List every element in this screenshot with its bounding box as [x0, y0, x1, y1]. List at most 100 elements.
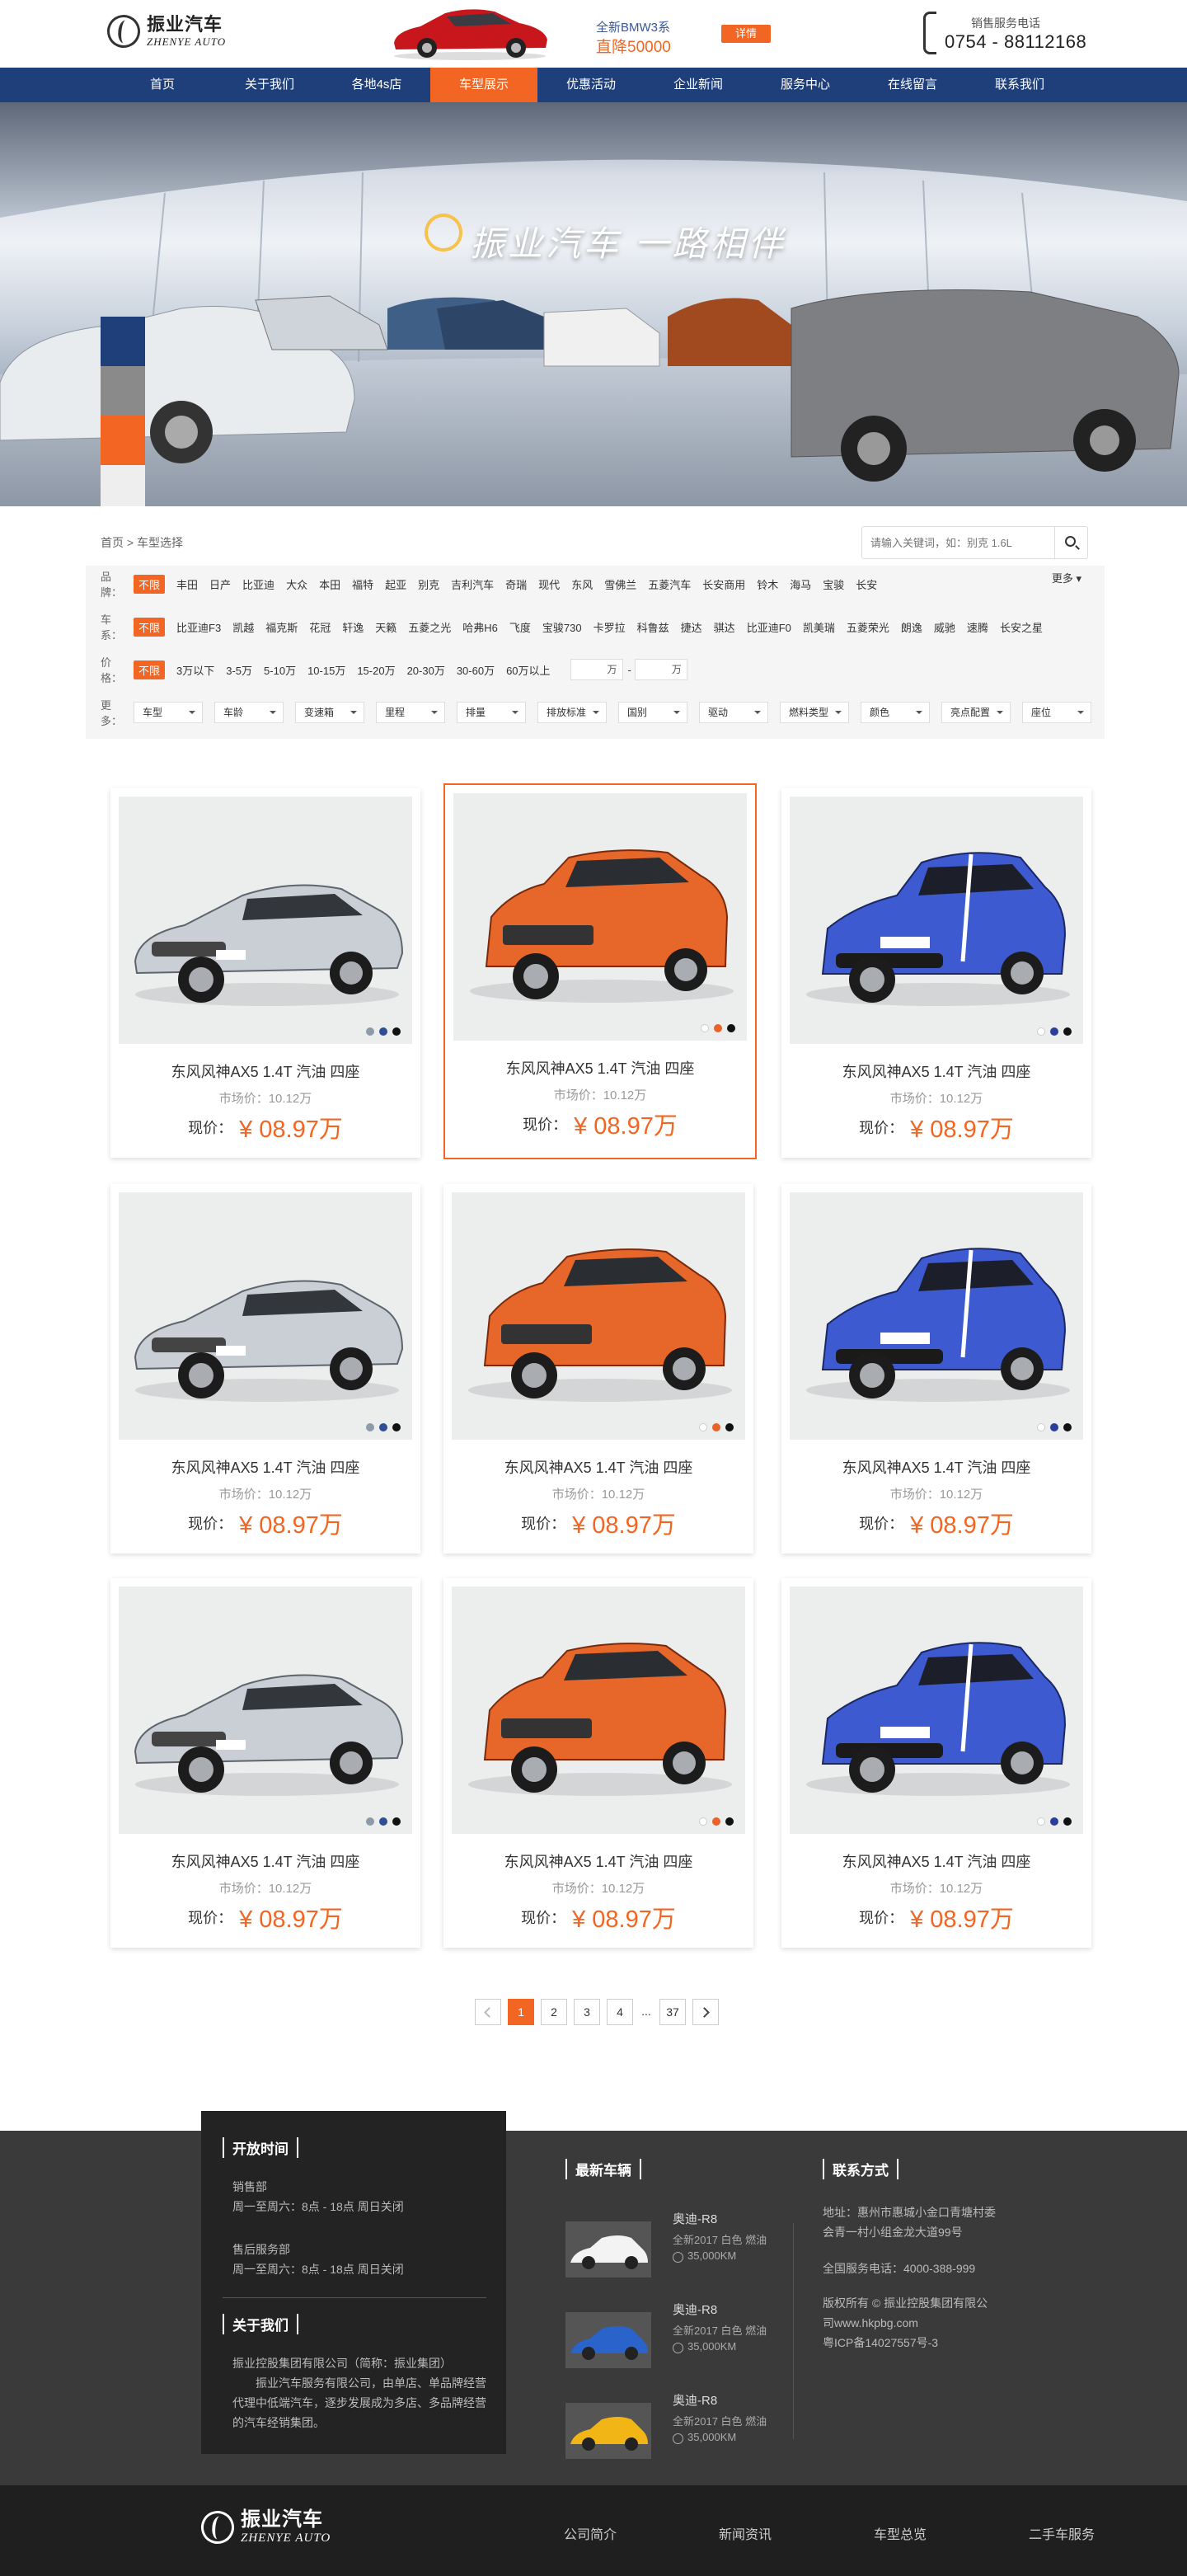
product-name[interactable]: 东风风神AX5 1.4T 汽油 四座 [110, 1850, 420, 1872]
filter-series-option-8[interactable]: 哈弗H6 [462, 619, 498, 635]
product-image[interactable] [790, 797, 1083, 1044]
filter-price-option-3[interactable]: 5-10万 [264, 662, 296, 678]
filter-series-option-4[interactable]: 花冠 [309, 619, 331, 635]
product-card[interactable]: 东风风神AX5 1.4T 汽油 四座 市场价：10.12万 现价： ¥ 08.97万 [110, 1578, 420, 1948]
image-dot-1[interactable] [1050, 1423, 1058, 1431]
nav-item-2[interactable]: 各地4s店 [323, 68, 430, 102]
image-dot-2[interactable] [392, 1423, 401, 1431]
filter-series-option-10[interactable]: 宝骏730 [542, 619, 582, 635]
image-dot-0[interactable] [699, 1817, 707, 1826]
filter-dropdown-10[interactable]: 亮点配置 [941, 702, 1011, 723]
filter-price-option-1[interactable]: 3万以下 [176, 662, 214, 678]
filter-brand-option-12[interactable]: 东风 [571, 576, 593, 592]
image-dot-2[interactable] [727, 1024, 735, 1032]
search-input[interactable] [870, 534, 1044, 552]
filter-brand-option-19[interactable]: 长安 [856, 576, 877, 592]
filter-dropdown-6[interactable]: 国别 [618, 702, 687, 723]
filter-dropdown-2[interactable]: 变速箱 [295, 702, 364, 723]
nav-item-0[interactable]: 首页 [109, 68, 216, 102]
filter-price-option-0[interactable]: 不限 [134, 660, 166, 679]
filter-series-option-12[interactable]: 科鲁兹 [637, 619, 669, 635]
nav-item-8[interactable]: 联系我们 [966, 68, 1073, 102]
news-title[interactable]: 奥迪-R8 [673, 2391, 717, 2409]
image-dot-0[interactable] [366, 1817, 374, 1826]
filter-brand-option-15[interactable]: 长安商用 [702, 576, 745, 592]
filter-series-option-3[interactable]: 福克斯 [265, 619, 298, 635]
filter-series-option-16[interactable]: 凯美瑞 [803, 619, 835, 635]
filter-series-option-21[interactable]: 长安之星 [1000, 619, 1043, 635]
filter-brand-option-11[interactable]: 现代 [538, 576, 560, 592]
filter-price-option-5[interactable]: 15-20万 [357, 662, 395, 678]
filter-brand-option-10[interactable]: 奇瑞 [505, 576, 527, 592]
search-button[interactable] [1054, 527, 1087, 558]
filter-series-option-13[interactable]: 捷达 [681, 619, 702, 635]
price-to-input[interactable]: 万 [634, 659, 687, 680]
filter-series-option-6[interactable]: 天籁 [375, 619, 396, 635]
product-name[interactable]: 东风风神AX5 1.4T 汽油 四座 [781, 1060, 1091, 1082]
image-dot-2[interactable] [392, 1027, 401, 1036]
filter-price-option-7[interactable]: 30-60万 [457, 662, 495, 678]
filter-brand-option-4[interactable]: 大众 [286, 576, 307, 592]
product-name[interactable]: 东风风神AX5 1.4T 汽油 四座 [443, 1456, 753, 1478]
news-item[interactable]: 奥迪-R8 全新2017 白色 燃油 35,000KM [565, 2391, 780, 2459]
news-item[interactable]: 奥迪-R8 全新2017 白色 燃油 35,000KM [565, 2301, 780, 2368]
image-dot-1[interactable] [379, 1817, 387, 1826]
product-name[interactable]: 东风风神AX5 1.4T 汽油 四座 [781, 1456, 1091, 1478]
filter-dropdown-11[interactable]: 座位 [1022, 702, 1091, 723]
filter-price-option-2[interactable]: 3-5万 [226, 662, 252, 678]
filter-dropdown-0[interactable]: 车型 [134, 702, 203, 723]
filter-dropdown-1[interactable]: 车龄 [214, 702, 284, 723]
image-dot-1[interactable] [1050, 1817, 1058, 1826]
image-dot-1[interactable] [714, 1024, 722, 1032]
product-name[interactable]: 东风风神AX5 1.4T 汽油 四座 [110, 1456, 420, 1478]
filter-series-option-7[interactable]: 五菱之光 [408, 619, 451, 635]
filter-price-option-4[interactable]: 10-15万 [307, 662, 345, 678]
filter-dropdown-8[interactable]: 燃料类型 [780, 702, 849, 723]
image-dot-2[interactable] [1063, 1027, 1072, 1036]
filter-price-option-6[interactable]: 20-30万 [407, 662, 445, 678]
filter-dropdown-3[interactable]: 里程 [376, 702, 445, 723]
image-dot-2[interactable] [1063, 1817, 1072, 1826]
page-button-4[interactable]: 4 [607, 1999, 633, 2025]
filter-series-option-9[interactable]: 飞度 [509, 619, 531, 635]
image-dot-2[interactable] [392, 1817, 401, 1826]
news-thumbnail[interactable] [565, 2403, 651, 2459]
product-name[interactable]: 东风风神AX5 1.4T 汽油 四座 [781, 1850, 1091, 1872]
product-card[interactable]: 东风风神AX5 1.4T 汽油 四座 市场价：10.12万 现价： ¥ 08.97万 [110, 788, 420, 1158]
filter-series-option-0[interactable]: 不限 [134, 617, 166, 637]
filter-series-option-2[interactable]: 凯越 [232, 619, 254, 635]
filter-brand-option-0[interactable]: 不限 [134, 574, 166, 594]
product-image[interactable] [452, 1586, 745, 1834]
filter-price-option-8[interactable]: 60万以上 [506, 662, 550, 678]
filter-series-option-17[interactable]: 五菱荣光 [847, 619, 889, 635]
page-button-2[interactable]: 2 [541, 1999, 567, 2025]
product-card[interactable]: 东风风神AX5 1.4T 汽油 四座 市场价：10.12万 现价： ¥ 08.97万 [781, 1184, 1091, 1554]
product-card[interactable]: 东风风神AX5 1.4T 汽油 四座 市场价：10.12万 现价： ¥ 08.97万 [781, 1578, 1091, 1948]
filter-series-option-1[interactable]: 比亚迪F3 [176, 619, 221, 635]
filter-more-button[interactable]: 更多 ▾ [1052, 570, 1081, 585]
image-dot-1[interactable] [712, 1817, 720, 1826]
filter-brand-option-14[interactable]: 五菱汽车 [648, 576, 691, 592]
filter-dropdown-5[interactable]: 排放标准 [537, 702, 607, 723]
product-card[interactable]: 东风风神AX5 1.4T 汽油 四座 市场价：10.12万 现价： ¥ 08.97万 [443, 783, 757, 1159]
news-item[interactable]: 奥迪-R8 全新2017 白色 燃油 35,000KM [565, 2210, 780, 2278]
image-dot-2[interactable] [725, 1817, 734, 1826]
nav-item-1[interactable]: 关于我们 [216, 68, 323, 102]
footer-logo[interactable]: 振业汽车 ZHENYE AUTO [196, 2506, 331, 2549]
image-dot-2[interactable] [725, 1423, 734, 1431]
filter-series-option-20[interactable]: 速腾 [967, 619, 988, 635]
image-dot-2[interactable] [1063, 1423, 1072, 1431]
image-dot-0[interactable] [1037, 1423, 1045, 1431]
header-ad[interactable]: 全新BMW3系 直降50000 详情 [375, 0, 787, 68]
price-from-input[interactable]: 万 [570, 659, 623, 680]
nav-item-4[interactable]: 优惠活动 [537, 68, 645, 102]
product-image[interactable] [119, 797, 412, 1044]
product-card[interactable]: 东风风神AX5 1.4T 汽油 四座 市场价：10.12万 现价： ¥ 08.97万 [443, 1578, 753, 1948]
filter-dropdown-7[interactable]: 驱动 [699, 702, 768, 723]
product-image[interactable] [452, 1192, 745, 1440]
filter-dropdown-4[interactable]: 排量 [457, 702, 526, 723]
filter-brand-option-17[interactable]: 海马 [790, 576, 811, 592]
product-card[interactable]: 东风风神AX5 1.4T 汽油 四座 市场价：10.12万 现价： ¥ 08.97万 [110, 1184, 420, 1554]
filter-brand-option-9[interactable]: 吉利汽车 [451, 576, 494, 592]
bottom-link-0[interactable]: 公司简介 [564, 2523, 719, 2543]
